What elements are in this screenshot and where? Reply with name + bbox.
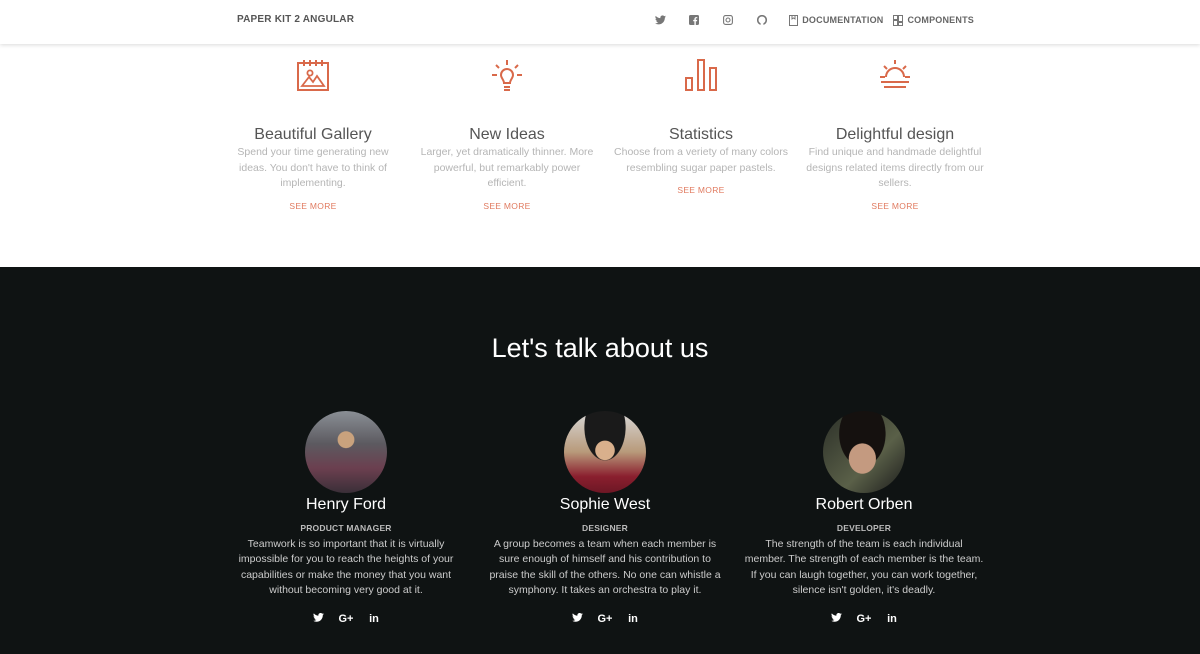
avatar [564, 411, 646, 493]
twitter-icon[interactable] [304, 612, 332, 625]
avatar [305, 411, 387, 493]
social-links: G+ in [226, 613, 466, 625]
feature-title: Delightful design [835, 126, 955, 143]
feature-text: Spend your time generating new ideas. Yo… [237, 146, 389, 189]
instagram-icon[interactable] [721, 12, 735, 28]
member-bio: Teamwork is so important that it is virt… [238, 538, 454, 597]
member-name: Sophie West [559, 496, 651, 513]
twitter-icon[interactable] [822, 612, 850, 625]
documentation-label: DOCUMENTATION [802, 15, 884, 25]
components-label: COMPONENTS [907, 15, 974, 25]
google-plus-icon[interactable]: G+ [591, 613, 619, 625]
social-links: G+ in [744, 613, 984, 625]
documentation-link[interactable]: DOCUMENTATION [789, 14, 884, 26]
avatar [823, 411, 905, 493]
team-member-card: Robert Orben DEVELOPER The strength of t… [744, 411, 984, 625]
feature-text: Find unique and handmade delightful desi… [806, 146, 984, 189]
google-plus-icon[interactable]: G+ [332, 613, 360, 625]
see-more-link[interactable]: SEE MORE [289, 201, 336, 211]
see-more-link[interactable]: SEE MORE [871, 201, 918, 211]
feature-card: Beautiful Gallery Spend your time genera… [223, 58, 403, 214]
facebook-icon[interactable] [687, 12, 701, 28]
member-role: PRODUCT MANAGER [300, 523, 392, 533]
brand-link[interactable]: PAPER KIT 2 ANGULAR [237, 14, 354, 25]
google-plus-icon[interactable]: G+ [850, 613, 878, 625]
feature-text: Larger, yet dramatically thinner. More p… [420, 146, 594, 189]
member-role: DEVELOPER [836, 523, 892, 533]
feature-title: Statistics [668, 126, 733, 143]
team-section: Let's talk about us Henry Ford PRODUCT M… [0, 267, 1200, 654]
member-name: Henry Ford [305, 496, 387, 513]
book-icon [789, 14, 799, 26]
linkedin-icon[interactable]: in [878, 613, 906, 625]
feature-title: New Ideas [469, 126, 545, 143]
linkedin-icon[interactable]: in [619, 613, 647, 625]
github-icon[interactable] [755, 12, 769, 28]
feature-text: Choose from a veriety of many colors res… [614, 146, 788, 174]
feature-title: Beautiful Gallery [254, 126, 372, 143]
grid-icon [893, 14, 904, 26]
see-more-link[interactable]: SEE MORE [677, 185, 724, 195]
team-member-card: Sophie West DESIGNER A group becomes a t… [485, 411, 725, 625]
bulb-icon [492, 60, 522, 91]
sunrise-icon [880, 60, 910, 88]
gallery-icon [297, 60, 329, 91]
linkedin-icon[interactable]: in [360, 613, 388, 625]
feature-card: Statistics Choose from a veriety of many… [611, 58, 791, 198]
member-bio: A group becomes a team when each member … [489, 538, 721, 597]
feature-card: New Ideas Larger, yet dramatically thinn… [417, 58, 597, 214]
member-name: Robert Orben [815, 496, 913, 513]
twitter-icon[interactable] [563, 612, 591, 625]
chart-bar-icon [685, 59, 717, 91]
navbar: PAPER KIT 2 ANGULAR DOCUMENTATION COMPON… [0, 0, 1200, 44]
section-title: Let's talk about us [491, 333, 709, 363]
features-section: Beautiful Gallery Spend your time genera… [0, 44, 1200, 267]
team-member-card: Henry Ford PRODUCT MANAGER Teamwork is s… [226, 411, 466, 625]
social-links: G+ in [485, 613, 725, 625]
twitter-icon[interactable] [653, 12, 667, 28]
member-role: DESIGNER [582, 523, 628, 533]
nav-links: DOCUMENTATION COMPONENTS [643, 12, 974, 28]
feature-card: Delightful design Find unique and handma… [805, 58, 985, 214]
member-bio: The strength of the team is each individ… [744, 538, 984, 597]
components-link[interactable]: COMPONENTS [893, 14, 974, 26]
see-more-link[interactable]: SEE MORE [483, 201, 530, 211]
